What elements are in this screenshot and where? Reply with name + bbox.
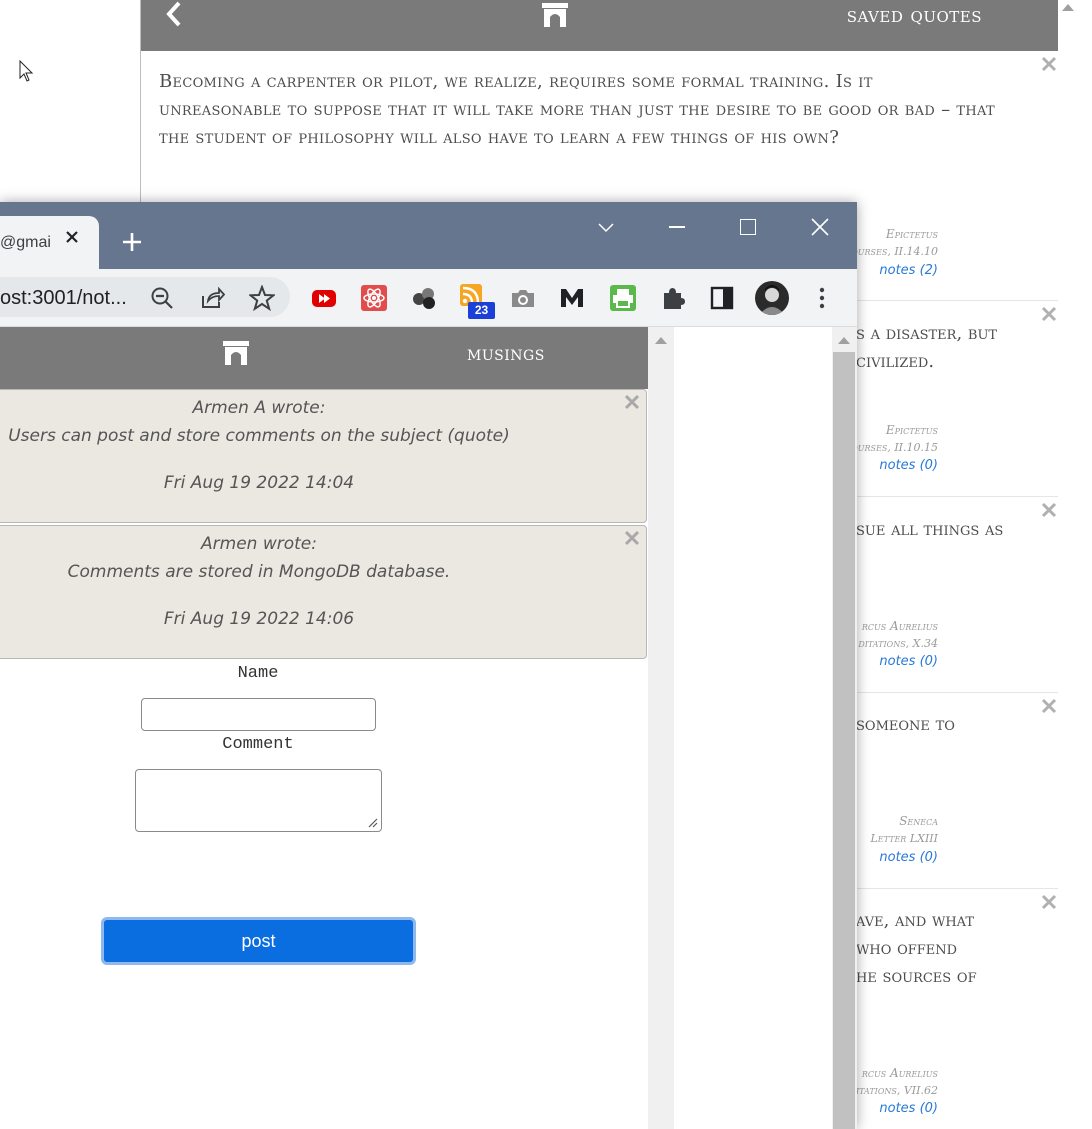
m-logo-icon[interactable] xyxy=(559,285,585,311)
comment-body: Users can post and store comments on the… xyxy=(8,426,510,446)
post-button[interactable]: post xyxy=(101,917,416,965)
minimize-icon[interactable] xyxy=(669,226,685,228)
quote-source: ditations, X.34 xyxy=(858,637,938,650)
mouse-pointer-icon xyxy=(19,60,34,82)
name-field[interactable] xyxy=(141,698,376,731)
browser-toolbar: ost:3001/not... 23 xyxy=(0,269,857,327)
scroll-up-arrow-icon[interactable] xyxy=(655,337,667,344)
scrollbar-thumb[interactable] xyxy=(833,352,855,1129)
arch-icon[interactable] xyxy=(223,341,249,365)
close-icon[interactable] xyxy=(624,394,640,410)
maximize-icon[interactable] xyxy=(740,219,756,235)
notes-link[interactable]: notes (2) xyxy=(879,263,938,278)
url-text[interactable]: ost:3001/not... xyxy=(0,287,127,310)
close-icon[interactable] xyxy=(811,218,829,236)
close-icon[interactable] xyxy=(1040,697,1058,715)
saved-quotes-title: saved quotes xyxy=(846,3,982,27)
quote-source: ourses, II.14.10 xyxy=(851,245,938,258)
side-panel-icon[interactable] xyxy=(709,285,735,311)
comment-author: Armen wrote: xyxy=(201,534,317,554)
background-scrollbar[interactable] xyxy=(1058,0,1092,1129)
spheres-icon[interactable] xyxy=(411,285,437,311)
close-icon[interactable] xyxy=(1040,55,1058,73)
quote-text-line: civilized. xyxy=(856,351,935,372)
chevron-left-icon[interactable] xyxy=(163,0,187,30)
scroll-up-arrow-icon[interactable] xyxy=(838,337,850,344)
page-content: musings Armen A wrote: Users can post an… xyxy=(0,327,857,1129)
arch-icon[interactable] xyxy=(542,3,568,27)
quote-text-line: sue all things as xyxy=(856,519,1004,540)
comment-body: Comments are stored in MongoDB database. xyxy=(67,562,451,582)
close-icon[interactable] xyxy=(1040,501,1058,519)
inner-scrollbar[interactable] xyxy=(648,327,674,1129)
chevron-down-icon[interactable] xyxy=(597,220,615,234)
close-icon[interactable] xyxy=(1040,305,1058,323)
quote-text-line: who offend xyxy=(856,938,958,959)
star-icon[interactable] xyxy=(249,285,275,311)
close-icon[interactable] xyxy=(64,229,80,245)
quote-text-line: he sources of xyxy=(856,966,977,987)
quote-author: rcus Aurelius xyxy=(861,619,938,633)
quote-author: Seneca xyxy=(899,814,938,828)
tab-title: @gmai xyxy=(0,234,51,251)
comment-field[interactable] xyxy=(135,769,382,832)
page-title: musings xyxy=(467,341,545,365)
notes-link[interactable]: notes (0) xyxy=(879,1101,938,1116)
quote-author: rcus Aurelius xyxy=(861,1066,938,1080)
comment-label: Comment xyxy=(222,735,294,754)
puzzle-icon[interactable] xyxy=(660,285,686,311)
comment-date: Fri Aug 19 2022 14:06 xyxy=(163,609,355,629)
comment-card: Armen wrote: Comments are stored in Mong… xyxy=(0,525,647,659)
atom-icon[interactable] xyxy=(361,285,387,311)
camera-icon[interactable] xyxy=(510,285,536,311)
youtube-icon[interactable] xyxy=(311,285,337,311)
scroll-up-arrow-icon[interactable] xyxy=(1062,4,1074,11)
notes-link[interactable]: notes (0) xyxy=(879,458,938,473)
resize-grip-icon[interactable] xyxy=(368,818,378,828)
quote-text-line: ave, and what xyxy=(856,910,975,931)
close-icon[interactable] xyxy=(1040,893,1058,911)
musings-header: musings xyxy=(0,327,648,389)
quote-source: Letter LXIII xyxy=(870,832,939,845)
quote-text: Becoming a carpenter or pilot, we realiz… xyxy=(159,71,995,148)
browser-titlebar: @gmai xyxy=(0,202,857,269)
saved-quotes-header: saved quotes xyxy=(141,0,1058,51)
comment-card: Armen A wrote: Users can post and store … xyxy=(0,389,647,523)
quote-source: ourses, II.10.15 xyxy=(851,441,938,454)
quote-text-line: s a disaster, but xyxy=(856,323,998,344)
browser-tab[interactable]: @gmai xyxy=(0,216,99,269)
comment-author: Armen A wrote: xyxy=(192,398,326,418)
plus-icon[interactable] xyxy=(120,230,144,254)
printer-icon[interactable] xyxy=(610,285,636,311)
address-bar[interactable]: ost:3001/not... xyxy=(0,277,290,317)
close-icon[interactable] xyxy=(624,530,640,546)
zoom-out-icon[interactable] xyxy=(149,285,175,311)
avatar[interactable] xyxy=(755,281,789,315)
notes-link[interactable]: notes (0) xyxy=(879,850,938,865)
quote-source: itations, VII.62 xyxy=(855,1084,938,1097)
notes-link[interactable]: notes (0) xyxy=(879,654,938,669)
extension-badge: 23 xyxy=(468,302,495,319)
quote-author: Epictetus xyxy=(885,423,938,437)
quote-author: Epictetus xyxy=(885,227,938,241)
name-label: Name xyxy=(237,664,279,683)
browser-window: @gmai ost:3001/not... 23 musings Armen A… xyxy=(0,202,857,1129)
share-icon[interactable] xyxy=(199,285,225,311)
profile-photo-icon xyxy=(759,285,785,315)
comment-date: Fri Aug 19 2022 14:04 xyxy=(163,473,355,493)
more-vertical-icon[interactable] xyxy=(809,285,835,311)
quote-text-line: someone to xyxy=(856,714,955,735)
